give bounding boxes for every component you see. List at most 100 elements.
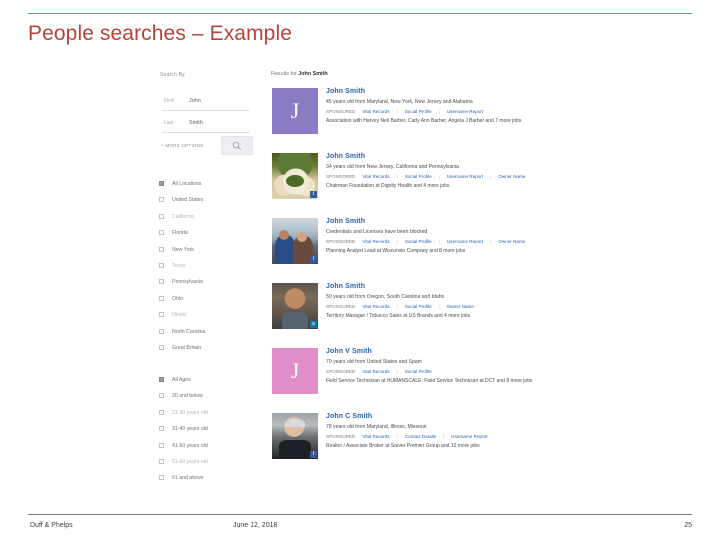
link-separator: | bbox=[442, 434, 445, 439]
checkbox-icon[interactable] bbox=[159, 458, 164, 464]
search-by-heading: Search By bbox=[160, 72, 185, 78]
checkbox-icon[interactable] bbox=[159, 377, 164, 382]
facet-age-2[interactable]: 21-30 years old bbox=[158, 405, 208, 421]
checkbox-icon[interactable] bbox=[159, 442, 164, 448]
result-name-link[interactable]: John C Smith bbox=[326, 413, 570, 420]
results-header: Results for John Smith bbox=[271, 71, 328, 77]
result-action-link[interactable]: Vital Records bbox=[362, 109, 389, 114]
result-body: John Smith Credentials and Licenses have … bbox=[326, 218, 570, 254]
facet-age-label: 61 and above bbox=[172, 475, 204, 482]
search-button[interactable] bbox=[221, 136, 253, 155]
result-item[interactable]: f John C Smith 78 years old from Maryland,… bbox=[270, 413, 570, 471]
last-name-value: Smith bbox=[189, 120, 203, 126]
result-name-link[interactable]: John Smith bbox=[326, 218, 570, 225]
facet-location-6[interactable]: Pennsylvania bbox=[158, 274, 205, 290]
result-action-link[interactable]: Social Profile bbox=[405, 239, 432, 244]
result-link-row: SPONSORED Vital Records | Social Profile | Ow… bbox=[326, 304, 570, 309]
last-name-field[interactable]: Last Smith bbox=[162, 115, 250, 133]
facet-location-2[interactable]: California bbox=[158, 209, 205, 225]
facet-location-label: Ohio bbox=[172, 295, 183, 302]
facet-location-7[interactable]: Ohio bbox=[158, 291, 205, 307]
location-facet-list: All Locations United States California Flor… bbox=[158, 176, 205, 356]
checkbox-icon[interactable] bbox=[159, 393, 164, 399]
result-action-link[interactable]: Username Report bbox=[447, 239, 483, 244]
checkbox-icon[interactable] bbox=[159, 230, 164, 236]
facet-age-1[interactable]: 20 and below bbox=[158, 388, 208, 404]
result-name-link[interactable]: John Smith bbox=[326, 153, 570, 160]
link-separator: | bbox=[396, 239, 398, 244]
result-action-link[interactable]: Social Profile bbox=[405, 109, 432, 114]
result-action-link[interactable]: Social Profile bbox=[405, 369, 432, 374]
checkbox-icon[interactable] bbox=[159, 344, 164, 350]
facet-age-5[interactable]: 51-60 years old bbox=[158, 454, 208, 470]
checkbox-icon[interactable] bbox=[159, 312, 164, 318]
checkbox-icon[interactable] bbox=[159, 246, 164, 252]
result-action-link[interactable]: Username Report bbox=[451, 434, 487, 439]
checkbox-icon[interactable] bbox=[159, 426, 164, 432]
facet-age-6[interactable]: 61 and above bbox=[158, 470, 208, 486]
result-action-link[interactable]: Vital Records bbox=[362, 174, 389, 179]
result-action-link[interactable]: Owner Name bbox=[498, 174, 525, 179]
result-item[interactable]: f John Smith 34 years old from New Jersey,… bbox=[270, 153, 570, 211]
checkbox-icon[interactable] bbox=[159, 213, 164, 219]
result-name-link[interactable]: John Smith bbox=[326, 283, 570, 290]
link-separator: | bbox=[438, 109, 440, 114]
result-action-link[interactable]: Vital Records bbox=[362, 369, 389, 374]
facet-location-5[interactable]: Texas bbox=[158, 258, 205, 274]
result-action-link[interactable]: Username Report bbox=[447, 109, 483, 114]
result-action-link[interactable]: Owner Name bbox=[447, 304, 474, 309]
first-name-field[interactable]: First John bbox=[162, 93, 250, 111]
link-separator: | bbox=[438, 174, 440, 179]
result-action-link[interactable]: Vital Records bbox=[362, 434, 389, 439]
facet-age-0[interactable]: All Ages bbox=[158, 372, 208, 388]
result-link-row: SPONSORED Vital Records | Social Profile | Us… bbox=[326, 174, 570, 179]
result-link-row: SPONSORED Vital Records | Social Profile | Us… bbox=[326, 239, 570, 244]
result-action-link[interactable]: Contact Details bbox=[405, 434, 436, 439]
checkbox-icon[interactable] bbox=[159, 181, 164, 186]
result-action-link[interactable]: Vital Records bbox=[362, 304, 389, 309]
facet-location-label: United States bbox=[172, 197, 204, 204]
facet-location-1[interactable]: United States bbox=[158, 192, 205, 208]
facet-location-3[interactable]: Florida bbox=[158, 225, 205, 241]
footer-date: June 12, 2018 bbox=[233, 522, 278, 529]
result-action-link[interactable]: Vital Records bbox=[362, 239, 389, 244]
facebook-icon: f bbox=[310, 451, 317, 458]
checkbox-icon[interactable] bbox=[159, 279, 164, 285]
sponsored-label: SPONSORED bbox=[326, 109, 356, 114]
result-subtext: Realtor / Associate Broker at Sarver Pre… bbox=[326, 443, 480, 449]
result-name-link[interactable]: John V Smith bbox=[326, 348, 570, 355]
checkbox-icon[interactable] bbox=[159, 409, 164, 415]
result-item[interactable]: J John Smith 45 years old from Maryland, N… bbox=[270, 88, 570, 146]
more-options-link[interactable]: + MORE OPTIONS bbox=[161, 143, 204, 148]
face-shape bbox=[279, 229, 290, 241]
checkbox-icon[interactable] bbox=[159, 197, 164, 203]
result-item[interactable]: J John V Smith 70 years old from United St… bbox=[270, 348, 570, 406]
facet-location-0[interactable]: All Locations bbox=[158, 176, 205, 192]
result-name-link[interactable]: John Smith bbox=[326, 88, 570, 95]
result-action-link[interactable]: Social Profile bbox=[405, 174, 432, 179]
result-action-link[interactable]: Social Profile bbox=[405, 304, 432, 309]
facet-location-8[interactable]: Illinois bbox=[158, 307, 205, 323]
facet-location-9[interactable]: North Carolina bbox=[158, 324, 205, 340]
facet-location-4[interactable]: New York bbox=[158, 242, 205, 258]
link-separator: | bbox=[490, 239, 492, 244]
linkedin-icon: in bbox=[310, 321, 317, 328]
sponsored-label: SPONSORED bbox=[326, 369, 356, 374]
result-item[interactable]: f John Smith Credentials and Licenses have… bbox=[270, 218, 570, 276]
facet-age-3[interactable]: 31-40 years old bbox=[158, 421, 208, 437]
facet-age-label: All Ages bbox=[172, 377, 191, 383]
result-item[interactable]: in John Smith 50 years old from Oregon, So… bbox=[270, 283, 570, 341]
facet-age-4[interactable]: 41-50 years old bbox=[158, 438, 208, 454]
checkbox-icon[interactable] bbox=[159, 295, 164, 301]
result-action-link[interactable]: Owner Name bbox=[498, 239, 525, 244]
facet-location-10[interactable]: Great Britain bbox=[158, 340, 205, 356]
face-shape bbox=[297, 231, 308, 242]
link-separator: | bbox=[396, 174, 398, 179]
checkbox-icon[interactable] bbox=[159, 328, 164, 334]
checkbox-icon[interactable] bbox=[159, 475, 164, 481]
first-name-label: First bbox=[164, 98, 174, 104]
result-action-link[interactable]: Username Report bbox=[447, 174, 483, 179]
checkbox-icon[interactable] bbox=[159, 262, 164, 268]
facet-location-label: North Carolina bbox=[172, 328, 206, 335]
facet-location-label: Florida bbox=[172, 230, 188, 237]
